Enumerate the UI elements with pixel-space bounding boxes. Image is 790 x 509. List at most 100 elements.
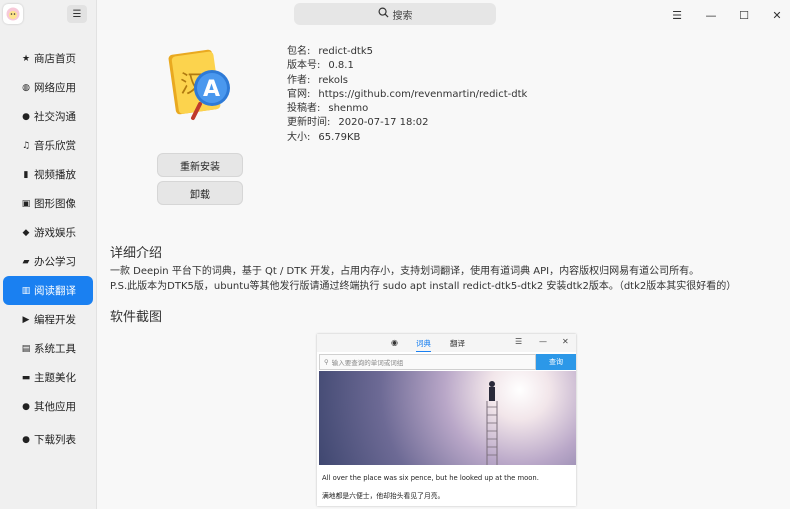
detail-title: 详细介绍 [110, 246, 163, 261]
uninstall-button[interactable]: 卸载 [157, 181, 243, 205]
music-icon: ♫ [21, 140, 31, 151]
screenshot-minimize-icon: — [539, 337, 547, 346]
screenshot-logo-icon: ◉ [391, 338, 398, 347]
sidebar-item-label: 社交沟通 [34, 111, 76, 123]
sidebar-item[interactable]: ▥ 阅读翻译 [3, 276, 93, 305]
info-row: 官网: https://github.com/revenmartin/redict… [287, 88, 527, 102]
sidebar-item[interactable]: ● 社交沟通 [0, 102, 96, 131]
minimize-icon: — [705, 8, 717, 22]
info-value: rekols [318, 74, 348, 86]
info-row: 更新时间: 2020-07-17 18:02 [287, 116, 527, 130]
sidebar-item-label: 视频播放 [34, 169, 76, 181]
screenshot-titlebar: ◉ 词典 翻译 ☰ — ✕ [317, 334, 576, 352]
info-row: 版本号: 0.8.1 [287, 59, 527, 73]
info-row: 作者: rekols [287, 74, 527, 88]
search-placeholder: 搜索 [392, 10, 413, 22]
info-key: 大小: [287, 131, 311, 143]
sidebar-item-label: 游戏娱乐 [34, 227, 76, 239]
sidebar-item[interactable]: ▤ 系统工具 [0, 334, 96, 363]
close-button[interactable]: ✕ [766, 5, 788, 25]
store-logo-icon [3, 4, 23, 24]
monitor-icon: ▬ [21, 372, 31, 383]
sidebar-item-label: 下载列表 [34, 434, 76, 446]
sidebar-item[interactable]: ▰ 办公学习 [0, 247, 96, 276]
chat-icon: ● [22, 111, 30, 122]
info-value: redict-dtk5 [318, 46, 373, 57]
screenshot-query-button: 查询 [536, 354, 576, 370]
more-icon: ● [22, 401, 30, 412]
info-row: 包名: redict-dtk5 [287, 45, 527, 59]
sidebar-item[interactable]: ▮ 视频播放 [0, 160, 96, 189]
folder-icon: ▰ [22, 256, 30, 267]
download-icon: ● [22, 434, 30, 445]
menu-button[interactable]: ☰ [666, 5, 688, 25]
search-icon [378, 7, 389, 21]
sidebar-item-label: 阅读翻译 [34, 285, 76, 297]
titlebar: 搜索 ☰ — ☐ ✕ [97, 0, 790, 30]
info-value: 65.79KB [318, 131, 361, 143]
reinstall-button[interactable]: 重新安装 [157, 153, 243, 177]
search-input[interactable]: 搜索 [294, 3, 496, 25]
info-key: 版本号: [287, 60, 321, 72]
close-icon: ✕ [772, 8, 782, 22]
sidebar-item-label: 图形图像 [34, 198, 76, 210]
sidebar-toggle-button[interactable]: ☰ [67, 5, 87, 23]
sidebar: ☰ ★ 商店首页 ◍ 网络应用 ● 社交沟通 ♫ 音乐欣赏 ▮ 视频播放 ▣ 图形图像 ◆ 游戏娱乐 ▰ 办公… [0, 0, 97, 509]
sidebar-item-label: 商店首页 [34, 53, 76, 65]
book-icon: ▥ [21, 285, 31, 296]
sidebar-item[interactable]: ◍ 网络应用 [0, 73, 96, 102]
info-value[interactable]: https://github.com/revenmartin/redict-dt… [318, 89, 527, 100]
sidebar-nav: ★ 商店首页 ◍ 网络应用 ● 社交沟通 ♫ 音乐欣赏 ▮ 视频播放 ▣ 图形图像 ◆ 游戏娱乐 ▰ 办公学习… [0, 44, 96, 454]
sidebar-item[interactable]: ♫ 音乐欣赏 [0, 131, 96, 160]
description-line: 一款 Deepin 平台下的词典，基于 Qt / DTK 开发，占用内存小，支持… [110, 266, 700, 277]
screenshot-search-field: ⚲ 输入要查询的单词或词组 [319, 354, 536, 370]
info-value: 0.8.1 [328, 60, 354, 72]
app-detail-page: 汉 A 包名: redict-dtk5 版本号: 0.8.1 作者: rekols 官网: h… [98, 30, 790, 509]
maximize-button[interactable]: ☐ [733, 5, 755, 25]
sidebar-item[interactable]: ▶ 编程开发 [0, 305, 96, 334]
screenshot-caption-en: All over the place was six pence, but he… [322, 474, 539, 482]
screenshot-tab-dict: 词典 [416, 338, 431, 352]
info-row: 大小: 65.79KB [287, 131, 527, 145]
sidebar-item-downloads[interactable]: ● 下载列表 [0, 425, 96, 454]
svg-text:A: A [203, 77, 220, 102]
film-icon: ▮ [23, 169, 29, 180]
screenshots-title: 软件截图 [110, 310, 163, 325]
sidebar-item[interactable]: ▣ 图形图像 [0, 189, 96, 218]
screenshot-search-placeholder: 输入要查询的单词或词组 [331, 359, 404, 367]
sidebar-item-label: 其他应用 [34, 401, 76, 413]
terminal-icon: ▶ [22, 314, 30, 325]
sidebar-item[interactable]: ★ 商店首页 [0, 44, 96, 73]
sidebar-item-label: 办公学习 [34, 256, 76, 268]
sidebar-item-label: 音乐欣赏 [34, 140, 76, 152]
app-icon: 汉 A [166, 48, 238, 126]
info-value: 2020-07-17 18:02 [338, 117, 429, 129]
screenshot-menu-icon: ☰ [515, 337, 523, 346]
info-row: 投稿者: shenmo [287, 102, 527, 116]
sidebar-item[interactable]: ▬ 主题美化 [0, 363, 96, 392]
minimize-button[interactable]: — [700, 5, 722, 25]
info-key: 更新时间: [287, 117, 331, 129]
info-key: 作者: [287, 74, 311, 86]
sidebar-item[interactable]: ● 其他应用 [0, 392, 96, 421]
screenshot-tab-translate: 翻译 [450, 339, 465, 348]
sidebar-item[interactable]: ◆ 游戏娱乐 [0, 218, 96, 247]
globe-icon: ◍ [22, 82, 30, 93]
sidebar-item-label: 主题美化 [34, 372, 76, 384]
maximize-icon: ☐ [739, 8, 749, 22]
info-key: 包名: [287, 46, 311, 57]
screenshot-caption-zh: 满地都是六便士，他却抬头看见了月亮。 [322, 492, 445, 500]
info-value: shenmo [328, 103, 369, 115]
info-key: 官网: [287, 88, 311, 100]
app-screenshot[interactable]: ◉ 词典 翻译 ☰ — ✕ ⚲ 输入要查询的单词或词组 查询 All over … [317, 334, 576, 506]
app-info: 包名: redict-dtk5 版本号: 0.8.1 作者: rekols 官网: https… [287, 45, 527, 145]
screenshot-moon-image [319, 371, 576, 465]
description-line: P.S.此版本为DTK5版，ubuntu等其他发行版请通过终端执行 sudo a… [110, 280, 737, 292]
image-icon: ▣ [21, 198, 31, 209]
info-key: 投稿者: [287, 103, 321, 115]
detail-description: 一款 Deepin 平台下的词典，基于 Qt / DTK 开发，占用内存小，支持… [110, 265, 780, 294]
sidebar-item-label: 网络应用 [34, 82, 76, 94]
gamepad-icon: ◆ [22, 227, 30, 238]
hamburger-icon: ☰ [672, 8, 682, 22]
sidebar-item-label: 系统工具 [34, 343, 76, 355]
